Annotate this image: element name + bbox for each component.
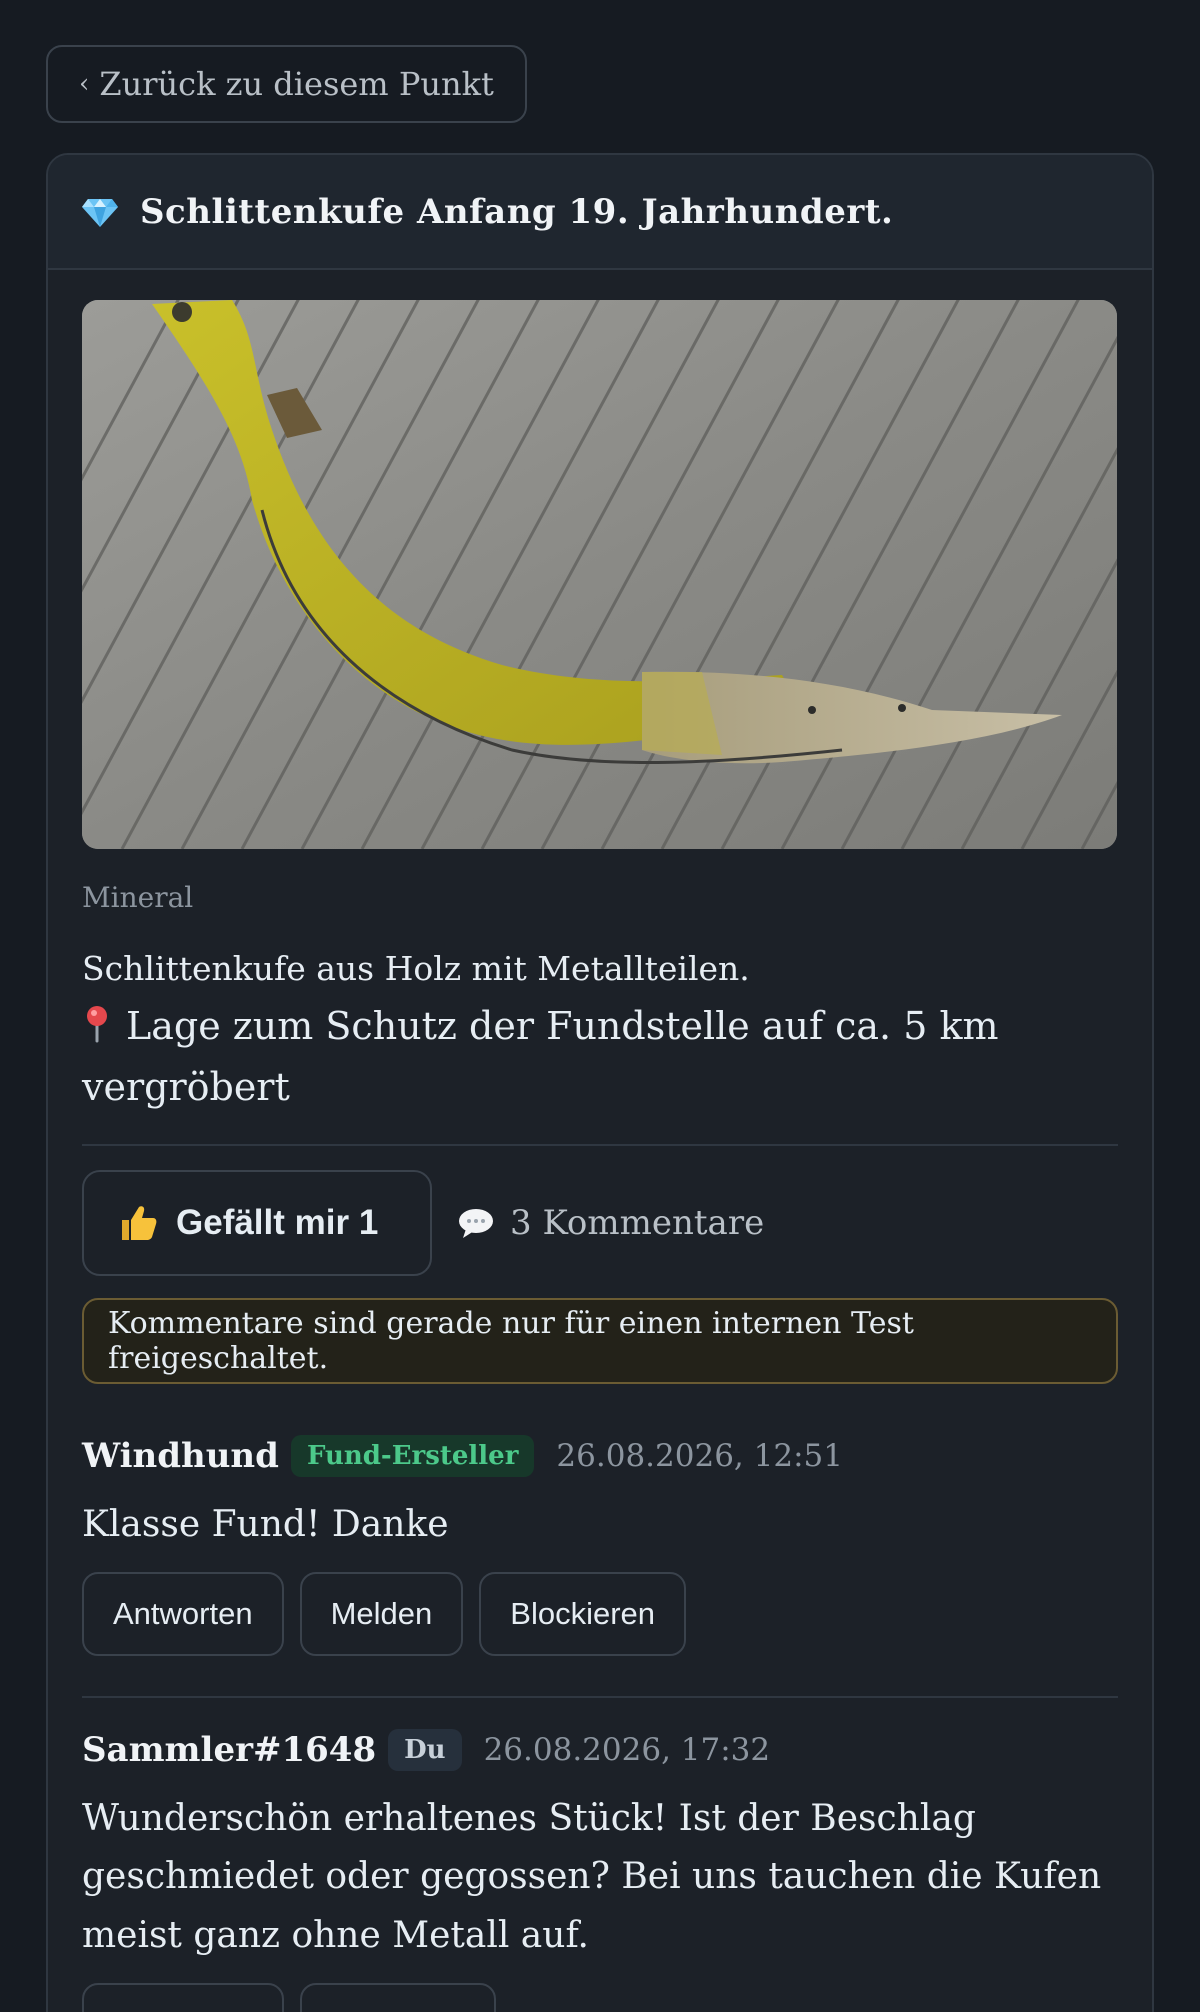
divider	[82, 1143, 1118, 1146]
find-category: Mineral	[82, 881, 194, 914]
pin-icon	[87, 1006, 107, 1043]
comment-text: Wunderschön erhaltenes Stück! Ist der Be…	[82, 1798, 1102, 1956]
comment-actions: Antworten Melden Blockieren	[82, 1572, 1118, 1657]
card-body: Mineral Schlittenkufe aus Holz mit Metal…	[48, 270, 1152, 2012]
comment-meta: Sammler#1648 Du 26.08.2026, 17:32	[82, 1726, 1118, 1774]
speech-bubble-icon	[459, 1208, 493, 1238]
back-button-label: Zurück zu diesem Punkt	[99, 65, 494, 103]
location-note: Lage zum Schutz der Fundstelle auf ca. 5…	[82, 996, 1118, 1118]
remove-button[interactable]: Entfernen	[299, 1983, 497, 2012]
find-description: Schlittenkufe aus Holz mit Metallteilen.	[82, 949, 750, 988]
card-header: Schlittenkufe Anfang 19. Jahrhundert.	[48, 155, 1152, 270]
comment-actions: Antworten Entfernen	[82, 1983, 1118, 2012]
like-button[interactable]: Gefällt mir 1	[82, 1169, 432, 1276]
report-button[interactable]: Melden	[299, 1572, 464, 1657]
comment-meta: Windhund Fund-Ersteller 26.08.2026, 12:5…	[82, 1432, 1118, 1480]
comments-count[interactable]: 3 Kommentare	[458, 1203, 764, 1243]
find-title: Schlittenkufe Anfang 19. Jahrhundert.	[140, 191, 894, 232]
like-button-label: Gefällt mir 1	[176, 1202, 379, 1242]
location-note-text: Lage zum Schutz der Fundstelle auf ca. 5…	[82, 1004, 999, 1109]
reply-button[interactable]: Antworten	[82, 1572, 284, 1657]
comments-count-label: 3 Kommentare	[510, 1202, 765, 1243]
divider	[82, 1696, 1118, 1699]
find-photo[interactable]	[82, 300, 1117, 849]
comment-timestamp: 26.08.2026, 17:32	[483, 1732, 771, 1769]
gem-icon	[82, 198, 118, 227]
back-button[interactable]: ‹ Zurück zu diesem Punkt	[46, 45, 527, 123]
find-actions: Gefällt mir 1 3 Kommentare	[82, 1169, 1118, 1276]
sled-runner-photo	[82, 300, 1117, 849]
find-card: Schlittenkufe Anfang 19. Jahrhundert. Mi…	[46, 153, 1154, 2012]
comment: Sammler#1648 Du 26.08.2026, 17:32 Wunder…	[82, 1726, 1118, 2012]
comment: Windhund Fund-Ersteller 26.08.2026, 12:5…	[82, 1432, 1118, 1657]
comment-author[interactable]: Windhund	[82, 1436, 279, 1476]
comment-author[interactable]: Sammler#1648	[82, 1730, 376, 1770]
chevron-left-icon: ‹	[79, 69, 90, 99]
test-notice: Kommentare sind gerade nur für einen int…	[82, 1297, 1118, 1384]
you-badge: Du	[388, 1729, 462, 1772]
block-button[interactable]: Blockieren	[479, 1572, 687, 1657]
reply-button[interactable]: Antworten	[82, 1983, 284, 2012]
creator-badge: Fund-Ersteller	[290, 1434, 535, 1477]
page: ‹ Zurück zu diesem Punkt Schlittenkufe A…	[0, 0, 1200, 2012]
comment-timestamp: 26.08.2026, 12:51	[556, 1437, 843, 1474]
thumbs-up-icon	[122, 1205, 157, 1240]
comment-text: Klasse Fund! Danke	[82, 1503, 449, 1545]
